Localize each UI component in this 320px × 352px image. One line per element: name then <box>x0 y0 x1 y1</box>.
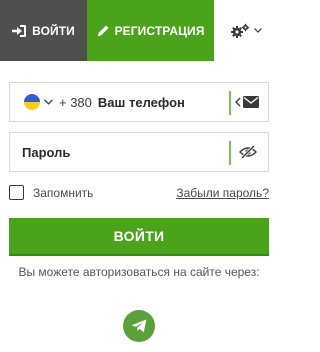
switch-to-email-button[interactable] <box>235 83 259 121</box>
password-input[interactable]: Пароль <box>22 145 70 160</box>
field-accent-divider <box>229 141 231 165</box>
phone-input[interactable]: Ваш телефон <box>98 95 185 110</box>
ukraine-flag-icon[interactable] <box>24 94 40 110</box>
eye-slash-icon <box>239 145 257 159</box>
top-tabs: ВОЙТИ РЕГИСТРАЦИЯ <box>0 0 278 61</box>
pencil-icon <box>97 25 109 37</box>
tab-register-label: РЕГИСТРАЦИЯ <box>114 23 205 38</box>
settings-menu-button[interactable] <box>214 0 278 61</box>
chevron-down-icon <box>253 28 262 33</box>
login-button[interactable]: ВОЙТИ <box>9 218 269 256</box>
toggle-password-visibility[interactable] <box>239 133 257 171</box>
remember-checkbox[interactable] <box>9 185 24 200</box>
password-field[interactable]: Пароль <box>9 132 269 172</box>
chevron-left-icon <box>235 97 241 107</box>
remember-label: Запомнить <box>33 185 94 200</box>
tab-register[interactable]: РЕГИСТРАЦИЯ <box>87 0 214 61</box>
country-chevron-down-icon[interactable] <box>44 99 53 105</box>
phone-field[interactable]: + 380 Ваш телефон <box>9 82 269 122</box>
field-accent-divider <box>229 91 231 115</box>
envelope-icon <box>243 96 259 108</box>
forgot-password-link[interactable]: Забыли пароль? <box>176 186 269 200</box>
remember-me[interactable]: Запомнить <box>9 185 93 200</box>
telegram-icon <box>131 319 147 333</box>
tab-login-label: ВОЙТИ <box>32 23 75 38</box>
gears-icon <box>230 23 251 39</box>
tab-login[interactable]: ВОЙТИ <box>0 0 87 61</box>
social-login-note: Вы можете авторизоваться на сайте через: <box>18 265 260 279</box>
sign-in-icon <box>12 24 27 37</box>
telegram-login-button[interactable] <box>123 310 155 342</box>
country-code: + 380 <box>59 94 92 110</box>
